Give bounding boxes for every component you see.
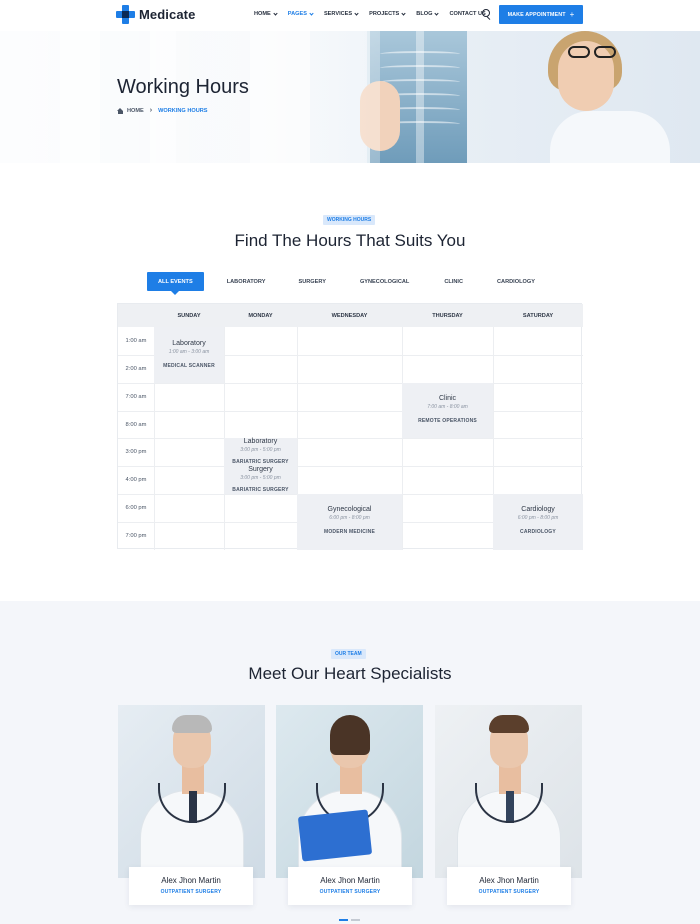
column-header-wednesday: WEDNESDAY (331, 312, 368, 319)
team-card-photo[interactable] (118, 705, 265, 878)
page-title: Working Hours (117, 76, 249, 98)
section-title: Meet Our Heart Specialists (248, 664, 452, 683)
medical-cross-icon (116, 5, 135, 24)
make-appointment-button[interactable]: MAKE APPOINTMENT + (499, 5, 583, 24)
chevron-down-icon (434, 10, 440, 16)
team-member-name[interactable]: Alex Jhon Martin (129, 876, 253, 885)
tab-surgery[interactable]: SURGERY (298, 272, 325, 291)
breadcrumb-separator: › (149, 107, 153, 114)
team-member-role: OUTPATIENT SURGERY (160, 889, 222, 895)
page-hero (0, 31, 700, 163)
team-card-photo[interactable] (276, 705, 423, 878)
time-label: 3:00 pm (125, 449, 147, 455)
column-header-monday: MONDAY (248, 312, 273, 319)
breadcrumb-current: WORKING HOURS (158, 107, 208, 114)
chevron-down-icon (273, 10, 278, 16)
event-cardiology-saturday[interactable]: Cardiology 6:00 pm - 8:00 pm CARDIOLOGY (493, 494, 583, 550)
time-label: 7:00 am (125, 394, 147, 400)
breadcrumb-home[interactable]: HOME (127, 108, 144, 114)
chevron-down-icon (309, 10, 314, 16)
nav-item-pages[interactable]: PAGES (288, 10, 314, 17)
team-member-caption: Alex Jhon Martin OUTPATIENT SURGERY (288, 867, 412, 905)
team-member-role: OUTPATIENT SURGERY (478, 889, 540, 895)
time-label: 1:00 am (125, 338, 147, 344)
nav-item-services[interactable]: SERVICES (324, 10, 359, 17)
site-header: Medicate HOME PAGES SERVICES PROJECTS BL… (0, 0, 700, 31)
carousel-dot[interactable] (339, 919, 348, 921)
plus-icon: + (569, 10, 575, 19)
team-member-caption: Alex Jhon Martin OUTPATIENT SURGERY (129, 867, 253, 905)
nav-item-contact[interactable]: CONTACT US (449, 11, 485, 17)
time-label: 7:00 pm (125, 533, 147, 539)
column-header-saturday: SATURDAY (522, 312, 554, 319)
column-header-thursday: THURSDAY (432, 312, 463, 319)
tab-all-events[interactable]: ALL EVENTS (147, 272, 204, 295)
nav-item-home[interactable]: HOME (254, 10, 278, 17)
time-label: 6:00 pm (125, 505, 147, 511)
hero-doctor-image (360, 31, 700, 163)
search-icon[interactable] (482, 9, 490, 17)
time-label: 8:00 am (125, 422, 147, 428)
team-card-photo[interactable] (435, 705, 582, 878)
section-title: Find The Hours That Suits You (234, 231, 466, 250)
team-member-name[interactable]: Alex Jhon Martin (288, 876, 412, 885)
event-gynecological-wednesday[interactable]: Gynecological 6:00 pm - 8:00 pm MODERN M… (297, 494, 402, 550)
breadcrumb: HOME › WORKING HOURS (117, 107, 208, 114)
event-laboratory-sunday[interactable]: Laboratory 1:00 am - 3:00 am MEDICAL SCA… (154, 327, 224, 383)
team-member-role: OUTPATIENT SURGERY (319, 889, 381, 895)
carousel-dot[interactable] (351, 919, 360, 921)
section-tag: OUR TEAM (331, 649, 366, 659)
logo-text: Medicate (139, 7, 196, 22)
schedule-table: SUNDAY MONDAY WEDNESDAY THURSDAY SATURDA… (117, 303, 583, 550)
event-filter-tabs: ALL EVENTS LABORATORY SURGERY GYNECOLOGI… (147, 272, 535, 295)
nav-item-projects[interactable]: PROJECTS (369, 10, 406, 17)
time-label: 2:00 am (125, 366, 147, 372)
tab-gynecological[interactable]: GYNECOLOGICAL (360, 272, 409, 291)
tab-cardiology[interactable]: CARDIOLOGY (497, 272, 535, 291)
tab-laboratory[interactable]: LABORATORY (227, 272, 266, 291)
main-nav: HOME PAGES SERVICES PROJECTS BLOG CONTAC… (254, 10, 497, 17)
chevron-down-icon (401, 10, 406, 16)
event-clinic-thursday[interactable]: Clinic 7:00 am - 8:00 am REMOTE OPERATIO… (402, 383, 493, 438)
time-label: 4:00 pm (125, 477, 147, 483)
chevron-down-icon (354, 10, 359, 16)
carousel-pagination (339, 919, 363, 921)
event-surgery-monday[interactable]: Surgery 3:00 pm - 5:00 pm BARIATRIC SURG… (224, 466, 297, 494)
column-header-sunday: SUNDAY (177, 312, 201, 319)
team-member-caption: Alex Jhon Martin OUTPATIENT SURGERY (447, 867, 571, 905)
home-icon (117, 107, 124, 114)
tab-clinic[interactable]: CLINIC (444, 272, 463, 291)
nav-item-blog[interactable]: BLOG (416, 10, 440, 17)
team-member-name[interactable]: Alex Jhon Martin (447, 876, 571, 885)
section-tag: WORKING HOURS (323, 215, 376, 225)
logo[interactable]: Medicate (116, 5, 195, 24)
